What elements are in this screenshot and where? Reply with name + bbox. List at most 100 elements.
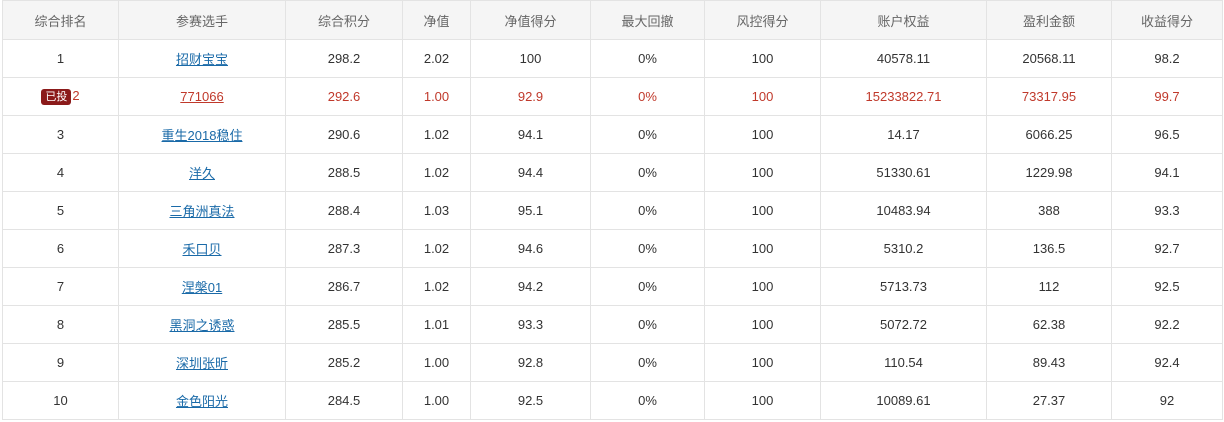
nav-cell: 1.00 xyxy=(402,381,471,420)
return-score-cell: 92.7 xyxy=(1111,229,1223,268)
table-row: 5 三角洲真法 288.4 1.03 95.1 0% 100 10483.94 388 93.3 xyxy=(2,191,1223,230)
header-row: 综合排名 参赛选手 综合积分 净值 净值得分 最大回撤 风控得分 账户权益 盈利… xyxy=(2,0,1223,40)
profit-cell: 6066.25 xyxy=(986,115,1112,154)
return-score-cell: 92 xyxy=(1111,381,1223,420)
col-header-profit[interactable]: 盈利金额 xyxy=(986,0,1112,40)
return-score-cell: 92.2 xyxy=(1111,305,1223,344)
score-cell: 288.5 xyxy=(285,153,403,192)
score-cell: 290.6 xyxy=(285,115,403,154)
nav-cell: 1.03 xyxy=(402,191,471,230)
profit-cell: 388 xyxy=(986,191,1112,230)
drawdown-cell: 0% xyxy=(590,305,705,344)
player-link[interactable]: 三角洲真法 xyxy=(169,204,234,219)
return-score-cell: 96.5 xyxy=(1111,115,1223,154)
drawdown-cell: 0% xyxy=(590,115,705,154)
nav-score-cell: 92.5 xyxy=(470,381,591,420)
player-link[interactable]: 771066 xyxy=(180,89,223,104)
player-link[interactable]: 黑洞之诱惑 xyxy=(169,318,234,333)
drawdown-cell: 0% xyxy=(590,77,705,116)
risk-score-cell: 100 xyxy=(704,39,821,78)
rank-value: 9 xyxy=(56,355,65,370)
score-cell: 286.7 xyxy=(285,267,403,306)
profit-cell: 136.5 xyxy=(986,229,1112,268)
score-cell: 287.3 xyxy=(285,229,403,268)
nav-cell: 1.01 xyxy=(402,305,471,344)
score-cell: 292.6 xyxy=(285,77,403,116)
return-score-cell: 94.1 xyxy=(1111,153,1223,192)
drawdown-cell: 0% xyxy=(590,191,705,230)
player-cell: 771066 xyxy=(118,77,286,116)
nav-cell: 1.02 xyxy=(402,229,471,268)
drawdown-cell: 0% xyxy=(590,153,705,192)
player-link[interactable]: 禾口贝 xyxy=(182,242,221,257)
player-cell: 招财宝宝 xyxy=(118,39,286,78)
nav-score-cell: 93.3 xyxy=(470,305,591,344)
return-score-cell: 99.7 xyxy=(1111,77,1223,116)
equity-cell: 10089.61 xyxy=(820,381,987,420)
col-header-drawdown[interactable]: 最大回撤 xyxy=(590,0,705,40)
rank-cell: 1 xyxy=(2,39,119,78)
nav-cell: 2.02 xyxy=(402,39,471,78)
equity-cell: 10483.94 xyxy=(820,191,987,230)
col-header-score[interactable]: 综合积分 xyxy=(285,0,403,40)
equity-cell: 5072.72 xyxy=(820,305,987,344)
equity-cell: 110.54 xyxy=(820,343,987,382)
profit-cell: 20568.11 xyxy=(986,39,1112,78)
rank-value: 2 xyxy=(72,88,80,104)
rank-cell: 3 xyxy=(2,115,119,154)
equity-cell: 5310.2 xyxy=(820,229,987,268)
nav-cell: 1.02 xyxy=(402,267,471,306)
nav-cell: 1.00 xyxy=(402,77,471,116)
risk-score-cell: 100 xyxy=(704,153,821,192)
col-header-rank[interactable]: 综合排名 xyxy=(2,0,119,40)
player-link[interactable]: 招财宝宝 xyxy=(176,52,228,67)
risk-score-cell: 100 xyxy=(704,381,821,420)
nav-score-cell: 92.9 xyxy=(470,77,591,116)
nav-score-cell: 94.2 xyxy=(470,267,591,306)
table-row: 4 洋久 288.5 1.02 94.4 0% 100 51330.61 1229.98 94.1 xyxy=(2,153,1223,192)
invested-badge: 已投 xyxy=(41,88,72,105)
profit-cell: 62.38 xyxy=(986,305,1112,344)
player-cell: 禾口贝 xyxy=(118,229,286,268)
table-row: 7 涅槃01 286.7 1.02 94.2 0% 100 5713.73 112 92.5 xyxy=(2,267,1223,306)
player-cell: 金色阳光 xyxy=(118,381,286,420)
col-header-risk-score[interactable]: 风控得分 xyxy=(704,0,821,40)
player-link[interactable]: 洋久 xyxy=(189,166,215,181)
nav-score-cell: 95.1 xyxy=(470,191,591,230)
profit-cell: 89.43 xyxy=(986,343,1112,382)
player-link[interactable]: 重生2018稳住 xyxy=(162,128,243,143)
score-cell: 285.5 xyxy=(285,305,403,344)
equity-cell: 14.17 xyxy=(820,115,987,154)
return-score-cell: 93.3 xyxy=(1111,191,1223,230)
col-header-nav[interactable]: 净值 xyxy=(402,0,471,40)
return-score-cell: 98.2 xyxy=(1111,39,1223,78)
ranking-table: 综合排名 参赛选手 综合积分 净值 净值得分 最大回撤 风控得分 账户权益 盈利… xyxy=(2,0,1223,420)
score-cell: 285.2 xyxy=(285,343,403,382)
drawdown-cell: 0% xyxy=(590,381,705,420)
profit-cell: 27.37 xyxy=(986,381,1112,420)
equity-cell: 51330.61 xyxy=(820,153,987,192)
col-header-return-score[interactable]: 收益得分 xyxy=(1111,0,1223,40)
return-score-cell: 92.4 xyxy=(1111,343,1223,382)
player-cell: 黑洞之诱惑 xyxy=(118,305,286,344)
rank-cell: 8 xyxy=(2,305,119,344)
col-header-nav-score[interactable]: 净值得分 xyxy=(470,0,591,40)
rank-cell: 7 xyxy=(2,267,119,306)
player-link[interactable]: 涅槃01 xyxy=(182,280,222,295)
nav-score-cell: 92.8 xyxy=(470,343,591,382)
rank-value: 10 xyxy=(53,393,68,408)
rank-value: 5 xyxy=(56,203,65,218)
table-row: 1 招财宝宝 298.2 2.02 100 0% 100 40578.11 20568.11 98… xyxy=(2,39,1223,78)
risk-score-cell: 100 xyxy=(704,77,821,116)
equity-cell: 5713.73 xyxy=(820,267,987,306)
player-link[interactable]: 金色阳光 xyxy=(176,394,228,409)
rank-value: 7 xyxy=(56,279,65,294)
nav-cell: 1.00 xyxy=(402,343,471,382)
col-header-equity[interactable]: 账户权益 xyxy=(820,0,987,40)
col-header-player[interactable]: 参赛选手 xyxy=(118,0,286,40)
player-link[interactable]: 深圳张昕 xyxy=(176,356,228,371)
equity-cell: 15233822.71 xyxy=(820,77,987,116)
score-cell: 298.2 xyxy=(285,39,403,78)
table-header: 综合排名 参赛选手 综合积分 净值 净值得分 最大回撤 风控得分 账户权益 盈利… xyxy=(2,0,1223,40)
rank-cell: 已投 2 xyxy=(2,77,119,116)
